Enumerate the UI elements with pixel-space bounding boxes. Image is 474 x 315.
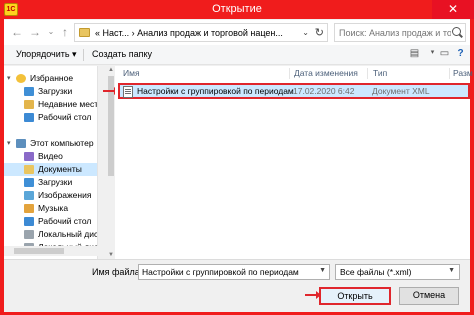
- file-date: 17.02.2020 6:42: [293, 86, 355, 96]
- computer-icon: [16, 139, 26, 148]
- sidebar-item-label: Этот компьютер: [30, 138, 94, 148]
- sidebar-item-music[interactable]: Музыка: [4, 202, 97, 215]
- address-bar[interactable]: « Наст... › Анализ продаж и торговой нац…: [74, 23, 328, 42]
- close-button[interactable]: ✕: [432, 0, 474, 19]
- filename-value[interactable]: Настройки с группировкой по периодам: [142, 267, 299, 277]
- sidebar-item-label: Документы: [38, 164, 82, 174]
- recent-places-icon: [24, 100, 34, 109]
- file-type-filter[interactable]: Все файлы (*.xml) ▼: [335, 264, 460, 280]
- sidebar-item-label: Локальный диск: [38, 229, 98, 239]
- toolbar-divider: [83, 49, 84, 61]
- sidebar-item-downloads-pc[interactable]: Загрузки: [4, 176, 97, 189]
- downloads-icon: [24, 178, 34, 187]
- column-header-size[interactable]: Разм: [453, 66, 473, 81]
- sidebar-item-label: Загрузки: [38, 177, 73, 187]
- music-icon: [24, 204, 34, 213]
- column-divider[interactable]: [289, 68, 290, 79]
- filename-label: Имя файла:: [92, 267, 143, 277]
- star-icon: [16, 74, 26, 83]
- pictures-icon: [24, 191, 34, 200]
- address-row: ← → ⌄ ↑ « Наст... › Анализ продаж и торг…: [4, 20, 470, 45]
- nav-horizontal-scrollbar[interactable]: [4, 246, 98, 256]
- column-header-name[interactable]: Имя: [123, 66, 140, 81]
- title-bar: 1C Открытие ✕: [0, 0, 474, 19]
- chevron-down-icon[interactable]: ▼: [319, 267, 326, 274]
- file-list: Имя Дата изменения Тип Разм Настройки с …: [115, 66, 473, 259]
- sidebar-item-documents[interactable]: Документы: [4, 163, 97, 176]
- sidebar-item-pictures[interactable]: Изображения: [4, 189, 97, 202]
- sidebar-item-label: Видео: [38, 151, 63, 161]
- sidebar-item-label: Музыка: [38, 203, 69, 213]
- view-options-icon[interactable]: ▤: [408, 48, 421, 60]
- sidebar-item-this-pc[interactable]: ▾ Этот компьютер: [4, 137, 97, 150]
- desktop-icon: [24, 217, 34, 226]
- refresh-icon[interactable]: ↻: [315, 26, 324, 39]
- search-input[interactable]: [339, 26, 451, 39]
- new-folder-button[interactable]: Создать папку: [92, 49, 152, 59]
- organize-button[interactable]: Упорядочить ▾: [16, 49, 77, 60]
- breadcrumb[interactable]: « Наст... › Анализ продаж и торговой нац…: [95, 28, 283, 38]
- dialog-footer: Имя файла: Настройки с группировкой по п…: [4, 259, 470, 312]
- sidebar-item-label: Рабочий стол: [38, 216, 92, 226]
- navigation-pane: ▾ Избранное Загрузки Недавние места Рабо…: [4, 66, 98, 259]
- xml-file-icon: [123, 86, 133, 98]
- video-icon: [24, 152, 34, 161]
- chevron-down-icon[interactable]: ▾: [7, 137, 11, 150]
- open-button[interactable]: Открыть: [319, 287, 391, 305]
- column-divider[interactable]: [367, 68, 368, 79]
- scroll-up-icon[interactable]: ▲: [107, 66, 115, 74]
- sidebar-item-label: Избранное: [30, 73, 74, 83]
- documents-icon: [24, 165, 34, 174]
- sidebar-item-downloads[interactable]: Загрузки: [4, 85, 97, 98]
- sidebar-item-recent-places[interactable]: Недавние места: [4, 98, 98, 111]
- help-icon[interactable]: ?: [454, 48, 467, 60]
- chevron-down-icon[interactable]: ⌄: [44, 25, 58, 39]
- annotation-arrow: [305, 291, 321, 299]
- sidebar-item-video[interactable]: Видео: [4, 150, 97, 163]
- forward-arrow-icon[interactable]: →: [28, 25, 42, 39]
- chevron-down-icon[interactable]: ⌄: [302, 28, 309, 37]
- file-type: Документ XML: [372, 86, 430, 96]
- filename-field[interactable]: Настройки с группировкой по периодам ▼: [138, 264, 330, 280]
- chevron-down-icon[interactable]: ▾: [7, 72, 11, 85]
- back-arrow-icon[interactable]: ←: [10, 25, 24, 39]
- sidebar-item-local-disk-1[interactable]: Локальный диск: [4, 228, 98, 241]
- sidebar-item-label: Недавние места: [38, 99, 98, 109]
- folder-icon: [79, 28, 90, 37]
- filter-value[interactable]: Все файлы (*.xml): [340, 267, 411, 277]
- sidebar-item-label: Рабочий стол: [38, 112, 92, 122]
- column-divider[interactable]: [449, 68, 450, 79]
- preview-pane-icon[interactable]: ▭: [438, 48, 451, 60]
- sidebar-item-favorites[interactable]: ▾ Избранное: [4, 72, 97, 85]
- window-title: Открытие: [212, 3, 262, 15]
- up-arrow-icon[interactable]: ↑: [58, 25, 72, 39]
- scrollbar-thumb[interactable]: [14, 248, 64, 254]
- sidebar-item-label: Загрузки: [38, 86, 73, 96]
- downloads-icon: [24, 87, 34, 96]
- column-header-type[interactable]: Тип: [373, 66, 387, 81]
- toolbar: Упорядочить ▾ Создать папку ▤ ▾ ▭ ?: [4, 45, 470, 65]
- file-row[interactable]: Настройки с группировкой по периодам 17.…: [118, 83, 470, 99]
- sidebar-item-desktop-pc[interactable]: Рабочий стол: [4, 215, 97, 228]
- annotation-arrow: [103, 87, 119, 95]
- cancel-button[interactable]: Отмена: [399, 287, 459, 305]
- chevron-down-icon[interactable]: ▼: [448, 267, 455, 274]
- drive-icon: [24, 230, 34, 239]
- file-name: Настройки с группировкой по периодам: [137, 86, 294, 96]
- desktop-icon: [24, 113, 34, 122]
- search-icon: [452, 27, 461, 36]
- search-box[interactable]: [334, 23, 466, 42]
- column-header-date[interactable]: Дата изменения: [294, 66, 358, 81]
- scroll-down-icon[interactable]: ▼: [107, 251, 115, 259]
- sidebar-item-label: Изображения: [38, 190, 92, 200]
- sidebar-item-desktop[interactable]: Рабочий стол: [4, 111, 97, 124]
